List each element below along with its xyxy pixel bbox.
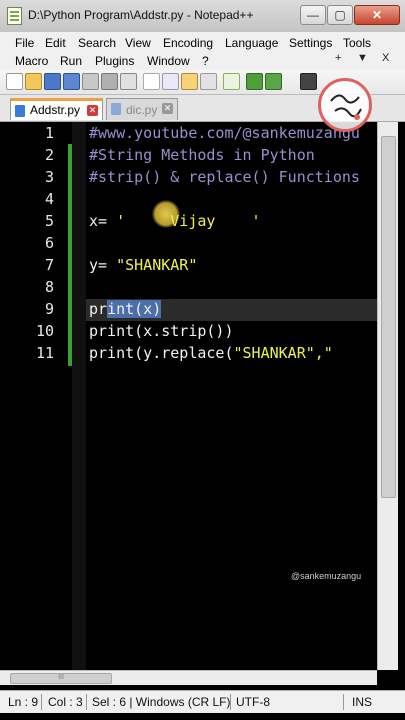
status-column: Col : 3 bbox=[48, 695, 83, 709]
line-number: 6 bbox=[44, 234, 54, 252]
status-insert-mode: INS bbox=[352, 695, 373, 709]
logo-signature-icon bbox=[330, 94, 362, 120]
string-literal: ' Vijay ' bbox=[116, 212, 261, 230]
close-all-icon[interactable] bbox=[101, 73, 118, 90]
string-literal: "SHANKAR"," bbox=[233, 344, 333, 362]
status-encoding: UTF-8 bbox=[236, 695, 270, 709]
new-file-icon[interactable] bbox=[6, 73, 23, 90]
status-selection-eol: Sel : 6 | Windows (CR LF) bbox=[92, 695, 231, 709]
code-token: y= bbox=[89, 256, 117, 274]
tab-label: Addstr.py bbox=[30, 103, 81, 117]
status-bar: Ln : 9 Col : 3 Sel : 6 | Windows (CR LF)… bbox=[0, 690, 405, 713]
line-number: 2 bbox=[44, 146, 54, 164]
code-token: pr bbox=[89, 300, 108, 318]
tab-dic[interactable]: dic.py ✕ bbox=[106, 98, 178, 120]
line-number: 1 bbox=[44, 124, 54, 142]
save-icon[interactable] bbox=[44, 73, 61, 90]
status-line: Ln : 9 bbox=[8, 695, 39, 709]
selected-text: int(x) bbox=[107, 300, 162, 318]
menu-file[interactable]: File bbox=[15, 36, 34, 50]
tab-addstr[interactable]: Addstr.py ✕ bbox=[10, 98, 103, 120]
code-line-11[interactable]: print(y.replace("SHANKAR"," bbox=[89, 344, 333, 362]
menu-encoding[interactable]: Encoding bbox=[163, 36, 213, 50]
title-bar: D:\Python Program\Addstr.py - Notepad++ … bbox=[0, 0, 405, 33]
code-line-2[interactable]: #String Methods in Python bbox=[89, 146, 315, 164]
code-token: print(y.replace( bbox=[89, 344, 234, 362]
code-line-9[interactable]: print(x) bbox=[89, 300, 162, 318]
menu-run[interactable]: Run bbox=[60, 54, 82, 68]
replace-icon[interactable] bbox=[300, 73, 317, 90]
open-file-icon[interactable] bbox=[25, 73, 42, 90]
line-number: 11 bbox=[35, 344, 54, 362]
code-line-3[interactable]: #strip() & replace() Functions bbox=[89, 168, 360, 186]
editor-pane[interactable]: 1 2 3 4 5 6 7 8 9 10 11 #www.youtube.com… bbox=[0, 122, 405, 685]
menu-help[interactable]: ? bbox=[202, 54, 209, 68]
tab-close-icon[interactable]: ✕ bbox=[162, 103, 173, 114]
maximize-button[interactable]: ▢ bbox=[327, 5, 353, 25]
menu-macro[interactable]: Macro bbox=[15, 54, 48, 68]
code-line-10[interactable]: print(x.strip()) bbox=[89, 322, 234, 340]
print-icon[interactable] bbox=[120, 73, 137, 90]
tab-list-dropdown-icon[interactable]: ▼ bbox=[357, 52, 368, 64]
line-number: 9 bbox=[44, 300, 54, 318]
menu-search[interactable]: Search bbox=[78, 36, 116, 50]
close-doc-icon[interactable]: X bbox=[382, 52, 389, 64]
find-icon[interactable] bbox=[265, 73, 282, 90]
line-number-gutter: 1 2 3 4 5 6 7 8 9 10 11 bbox=[0, 122, 68, 670]
line-number: 8 bbox=[44, 278, 54, 296]
line-number: 10 bbox=[35, 322, 54, 340]
line-number: 3 bbox=[44, 168, 54, 186]
redo-icon[interactable] bbox=[246, 73, 263, 90]
vertical-scrollbar[interactable] bbox=[377, 122, 398, 670]
save-all-icon[interactable] bbox=[63, 73, 80, 90]
copy-icon[interactable] bbox=[162, 73, 179, 90]
paste-special-icon[interactable] bbox=[200, 73, 217, 90]
code-line-1[interactable]: #www.youtube.com/@sankemuzangu bbox=[89, 124, 360, 142]
line-number: 5 bbox=[44, 212, 54, 230]
undo-icon[interactable] bbox=[223, 73, 240, 90]
menu-edit[interactable]: Edit bbox=[45, 36, 66, 50]
menu-language[interactable]: Language bbox=[225, 36, 278, 50]
horizontal-scroll-thumb[interactable]: III bbox=[10, 673, 112, 684]
code-token: x= bbox=[89, 212, 117, 230]
string-literal: "SHANKAR" bbox=[116, 256, 198, 274]
new-tab-plus-icon[interactable]: + bbox=[335, 52, 341, 64]
channel-watermark: @sankemuzangu bbox=[291, 571, 362, 581]
close-button[interactable]: ✕ bbox=[354, 5, 400, 25]
line-number: 4 bbox=[44, 190, 54, 208]
python-file-icon bbox=[111, 103, 121, 115]
notepad-app-icon[interactable] bbox=[7, 7, 22, 25]
line-number: 7 bbox=[44, 256, 54, 274]
code-line-5[interactable]: x= ' Vijay ' bbox=[89, 212, 261, 230]
cut-icon[interactable] bbox=[143, 73, 160, 90]
tab-label: dic.py bbox=[126, 103, 158, 117]
horizontal-scrollbar[interactable]: III bbox=[0, 670, 377, 685]
status-separator bbox=[230, 694, 231, 710]
fold-margin[interactable] bbox=[72, 122, 86, 670]
menu-tools[interactable]: Tools bbox=[343, 36, 371, 50]
status-separator bbox=[86, 694, 87, 710]
code-area[interactable]: #www.youtube.com/@sankemuzangu #String M… bbox=[86, 122, 377, 670]
minimize-button[interactable]: — bbox=[300, 5, 326, 25]
notepadpp-window: D:\Python Program\Addstr.py - Notepad++ … bbox=[0, 0, 405, 720]
vertical-scroll-thumb[interactable] bbox=[381, 136, 396, 498]
tab-close-icon[interactable]: ✕ bbox=[87, 105, 98, 116]
python-file-icon bbox=[15, 105, 25, 117]
close-file-icon[interactable] bbox=[82, 73, 99, 90]
menu-view[interactable]: View bbox=[125, 36, 151, 50]
menu-window[interactable]: Window bbox=[147, 54, 190, 68]
menu-settings[interactable]: Settings bbox=[289, 36, 332, 50]
menu-plugins[interactable]: Plugins bbox=[95, 54, 134, 68]
status-separator bbox=[343, 694, 344, 710]
paste-icon[interactable] bbox=[181, 73, 198, 90]
window-title: D:\Python Program\Addstr.py - Notepad++ bbox=[28, 8, 254, 22]
code-line-7[interactable]: y= "SHANKAR" bbox=[89, 256, 197, 274]
status-separator bbox=[41, 694, 42, 710]
channel-logo bbox=[318, 78, 372, 132]
